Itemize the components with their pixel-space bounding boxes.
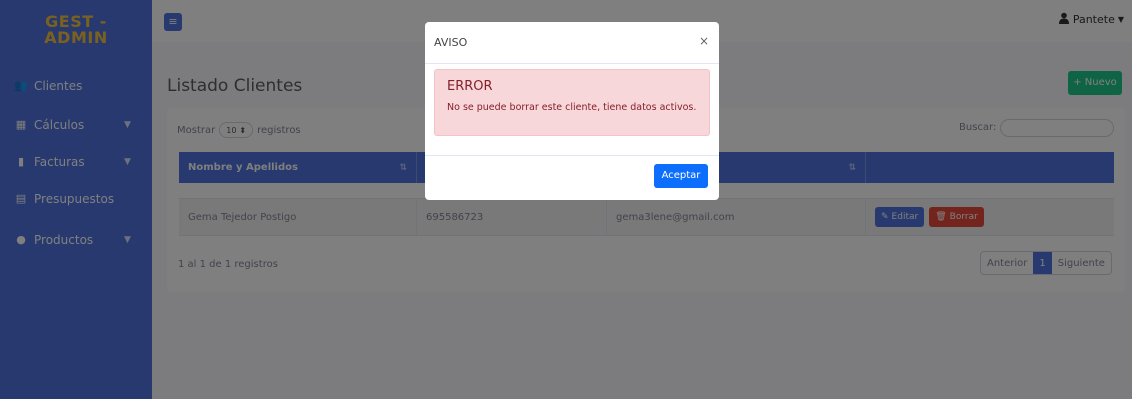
error-alert: ERROR No se puede borrar este cliente, t… [434, 69, 710, 136]
modal-header: AVISO × [425, 22, 719, 64]
alert-modal: AVISO × ERROR No se puede borrar este cl… [425, 22, 719, 200]
accept-button[interactable]: Aceptar [654, 164, 708, 188]
modal-title: AVISO [434, 36, 468, 49]
alert-message: No se puede borrar este cliente, tiene d… [447, 102, 697, 113]
alert-title: ERROR [447, 79, 493, 94]
close-icon[interactable]: × [699, 34, 709, 48]
